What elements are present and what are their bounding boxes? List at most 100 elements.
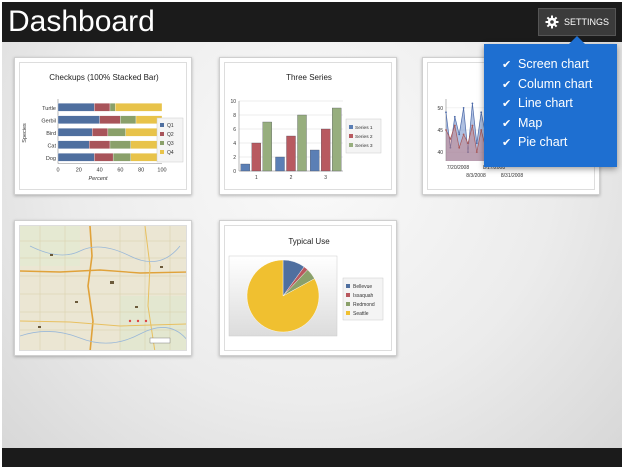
stacked-bar-tile[interactable]: Checkups (100% Stacked Bar) Species Perc… [14, 57, 192, 195]
tick-label: 2 [290, 175, 293, 181]
data-point [475, 151, 478, 154]
check-icon: ✔ [502, 78, 512, 91]
check-icon: ✔ [502, 58, 512, 71]
bar-segment [112, 153, 131, 162]
gear-icon [545, 15, 559, 29]
bar-segment [89, 140, 111, 149]
data-point [471, 124, 474, 127]
category-label: Turtle [42, 106, 56, 112]
data-point [458, 146, 461, 149]
bar-segment [115, 103, 163, 112]
legend-swatch [346, 311, 350, 315]
column-bar [251, 142, 261, 172]
legend-label: Seattle [353, 311, 369, 317]
tick-label: 100 [157, 168, 166, 174]
map-tile[interactable] [14, 220, 192, 356]
tick-label: 50 [437, 106, 443, 112]
bar-segment [120, 115, 137, 124]
stacked-bar-chart: Checkups (100% Stacked Bar) Species Perc… [22, 73, 184, 182]
check-icon: ✔ [502, 117, 512, 130]
legend-label: Issaquah [353, 293, 374, 299]
chart-title: Checkups (100% Stacked Bar) [49, 73, 159, 82]
data-point [453, 115, 456, 118]
bar-segment [109, 140, 131, 149]
app-frame: Dashboard SETTINGS Checkups (100% Stacke… [2, 2, 622, 467]
legend-swatch [349, 134, 353, 138]
bar-segment [94, 103, 111, 112]
category-label: Gerbil [41, 118, 56, 124]
tick-label: 8/31/2008 [501, 173, 523, 179]
settings-button[interactable]: SETTINGS [538, 8, 616, 36]
check-icon: ✔ [502, 97, 512, 110]
category-label: Dog [46, 156, 56, 162]
menu-item-screen-chart[interactable]: ✔ Screen chart [502, 55, 589, 73]
column-bar [262, 121, 272, 172]
legend-swatch [346, 293, 350, 297]
column-bar [332, 107, 342, 172]
top-bar: Dashboard SETTINGS [2, 2, 622, 42]
tick-label: 7/20/2008 [447, 165, 469, 171]
legend-swatch [349, 125, 353, 129]
column-chart-tile[interactable]: Three Series 0 2 4 6 8 10 1 2 3 Series 1 Series 2… [219, 57, 397, 195]
data-point [462, 106, 465, 109]
legend-label: Q3 [167, 141, 174, 147]
tick-label: 8/3/2008 [466, 173, 486, 179]
menu-item-label: Screen chart [518, 57, 589, 71]
data-point [445, 129, 447, 131]
menu-item-pie-chart[interactable]: ✔ Pie chart [502, 133, 567, 151]
y-axis-label: Species [22, 123, 28, 143]
tick-label: 2 [233, 155, 236, 161]
column-bar [286, 135, 296, 172]
legend-label: Series 2 [355, 134, 373, 140]
tick-label: 20 [76, 168, 82, 174]
bar-segment [92, 128, 109, 137]
tick-label: 3 [324, 175, 327, 181]
data-point [445, 111, 447, 114]
data-point [480, 111, 483, 114]
data-point [449, 137, 452, 140]
bar-segment [99, 115, 121, 124]
bar-segment [57, 128, 93, 137]
tick-label: 10 [230, 99, 236, 105]
menu-item-map[interactable]: ✔ Map [502, 114, 542, 132]
legend-swatch [160, 132, 164, 136]
data-point [453, 124, 456, 127]
legend-label: Q1 [167, 123, 174, 129]
column-bar [240, 163, 250, 172]
column-bar [297, 114, 307, 172]
bar-segment [57, 140, 90, 149]
tick-label: 8 [233, 113, 236, 119]
map-view [20, 226, 186, 350]
tick-label: 0 [56, 168, 59, 174]
bar-segment [109, 103, 116, 112]
tick-label: 45 [437, 128, 443, 134]
tick-label: 60 [117, 168, 123, 174]
legend-swatch [160, 150, 164, 154]
tick-label: 40 [437, 150, 443, 156]
tick-label: 1 [255, 175, 258, 181]
legend-swatch [349, 143, 353, 147]
x-axis-label: Percent [89, 176, 108, 182]
legend-label: Bellevue [353, 284, 372, 290]
tick-label: 80 [138, 168, 144, 174]
settings-label: SETTINGS [563, 17, 609, 27]
data-point [480, 129, 483, 131]
legend-label: Series 3 [355, 143, 373, 149]
data-point [471, 102, 474, 105]
legend-label: Series 1 [355, 125, 373, 131]
bar-segment [125, 128, 163, 137]
category-label: Bird [46, 131, 56, 137]
legend-swatch [160, 141, 164, 145]
menu-item-column-chart[interactable]: ✔ Column chart [502, 75, 592, 93]
page-title: Dashboard [8, 5, 155, 38]
settings-menu: ✔ Screen chart ✔ Column chart ✔ Line chart … [484, 36, 617, 167]
tick-label: 0 [233, 169, 236, 175]
menu-item-line-chart[interactable]: ✔ Line chart [502, 94, 573, 112]
menu-item-label: Column chart [518, 77, 593, 91]
legend-label: Q2 [167, 132, 174, 138]
check-icon: ✔ [502, 136, 512, 149]
data-point [458, 133, 461, 136]
bar-segment [107, 128, 126, 137]
pie-chart-tile[interactable]: Typical Use Bellevue Issaquah Redmond Seatt… [219, 220, 397, 356]
data-point [462, 133, 465, 136]
